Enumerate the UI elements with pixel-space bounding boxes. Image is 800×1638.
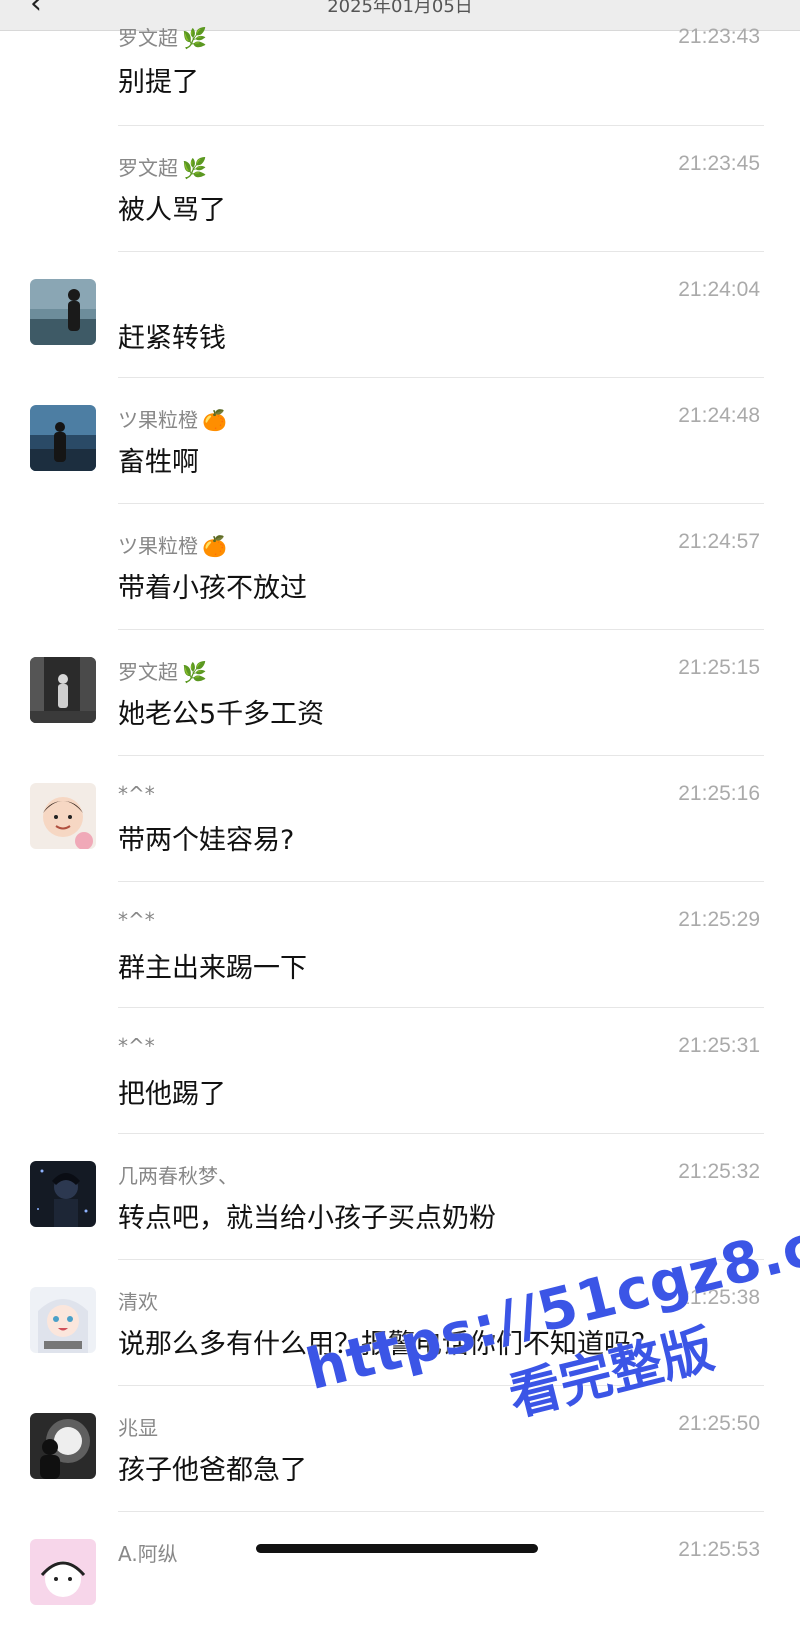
message-time: 21:25:38 bbox=[678, 1286, 760, 1309]
list-item: ツ果粒橙 🍊 21:24:48 畜牲啊 bbox=[0, 378, 800, 504]
message-text: 别提了 bbox=[118, 67, 199, 98]
list-item: ツ果粒橙 🍊 21:24:57 带着小孩不放过 bbox=[0, 504, 800, 630]
list-item: *^* 21:25:31 把他踢了 bbox=[0, 1008, 800, 1134]
message-text: 带着小孩不放过 bbox=[118, 573, 307, 604]
message-time: 21:25:15 bbox=[678, 656, 760, 679]
message-time: 21:25:31 bbox=[678, 1034, 760, 1057]
sender-name: 罗文超 🌿 bbox=[118, 26, 207, 50]
sender-name: 罗文超 🌿 bbox=[118, 156, 207, 180]
list-item: 兆显 21:25:50 孩子他爸都急了 bbox=[0, 1386, 800, 1512]
leaf-icon: 🌿 bbox=[182, 156, 207, 180]
list-item: *^* 21:25:29 群主出来踢一下 bbox=[0, 882, 800, 1008]
message-time: 21:25:50 bbox=[678, 1412, 760, 1435]
avatar[interactable] bbox=[30, 1287, 96, 1353]
list-item: 清欢 21:25:38 说那么多有什么用？报警电话你们不知道吗？ bbox=[0, 1260, 800, 1386]
avatar[interactable] bbox=[30, 1161, 96, 1227]
message-time: 21:25:53 bbox=[678, 1538, 760, 1561]
sender-name: 清欢 bbox=[118, 1290, 158, 1314]
message-time: 21:25:29 bbox=[678, 908, 760, 931]
message-text: 转点吧，就当给小孩子买点奶粉 bbox=[118, 1203, 496, 1234]
avatar[interactable] bbox=[30, 783, 96, 849]
message-time: 21:24:04 bbox=[678, 278, 760, 301]
message-text: 被人骂了 bbox=[118, 195, 226, 226]
sender-name: A.阿纵 bbox=[118, 1542, 178, 1566]
sender-name: 罗文超 🌿 bbox=[118, 660, 207, 684]
message-text: 畜牲啊 bbox=[118, 447, 199, 478]
message-text: 说那么多有什么用？报警电话你们不知道吗？ bbox=[118, 1329, 658, 1360]
sender-name: *^* bbox=[118, 908, 155, 932]
message-time: 21:25:16 bbox=[678, 782, 760, 805]
orange-icon: 🍊 bbox=[202, 534, 227, 558]
orange-icon: 🍊 bbox=[202, 408, 227, 432]
list-item: 罗文超 🌿 21:23:43 别提了 bbox=[0, 0, 800, 126]
message-time: 21:23:45 bbox=[678, 152, 760, 175]
sender-name: 几两春秋梦、 bbox=[118, 1164, 238, 1188]
leaf-icon: 🌿 bbox=[182, 26, 207, 50]
avatar[interactable] bbox=[30, 405, 96, 471]
home-indicator[interactable] bbox=[256, 1544, 538, 1553]
message-text: 带两个娃容易? bbox=[118, 825, 295, 856]
message-text: 赶紧转钱 bbox=[118, 323, 226, 354]
message-time: 21:23:43 bbox=[678, 25, 760, 48]
list-item: *^* 21:25:16 带两个娃容易? bbox=[0, 756, 800, 882]
avatar[interactable] bbox=[30, 279, 96, 345]
message-time: 21:24:48 bbox=[678, 404, 760, 427]
message-text: 孩子他爸都急了 bbox=[118, 1455, 307, 1486]
sender-name: ツ果粒橙 🍊 bbox=[118, 534, 227, 558]
avatar[interactable] bbox=[30, 1539, 96, 1605]
message-text: 群主出来踢一下 bbox=[118, 953, 307, 984]
message-text: 把他踢了 bbox=[118, 1079, 226, 1110]
list-item: 罗文超 🌿 21:25:15 她老公5千多工资 bbox=[0, 630, 800, 756]
sender-name: *^* bbox=[118, 782, 155, 806]
leaf-icon: 🌿 bbox=[182, 660, 207, 684]
list-item: 几两春秋梦、 21:25:32 转点吧，就当给小孩子买点奶粉 bbox=[0, 1134, 800, 1260]
list-item: 罗文超 🌿 21:23:45 被人骂了 bbox=[0, 126, 800, 252]
message-time: 21:24:57 bbox=[678, 530, 760, 553]
message-time: 21:25:32 bbox=[678, 1160, 760, 1183]
sender-name: *^* bbox=[118, 1034, 155, 1058]
list-item: 21:24:04 赶紧转钱 bbox=[0, 252, 800, 378]
sender-name: ツ果粒橙 🍊 bbox=[118, 408, 227, 432]
message-text: 她老公5千多工资 bbox=[118, 699, 325, 730]
sender-name: 兆显 bbox=[118, 1416, 158, 1440]
avatar[interactable] bbox=[30, 1413, 96, 1479]
list-item: A.阿纵 21:25:53 bbox=[0, 1512, 800, 1638]
avatar[interactable] bbox=[30, 657, 96, 723]
